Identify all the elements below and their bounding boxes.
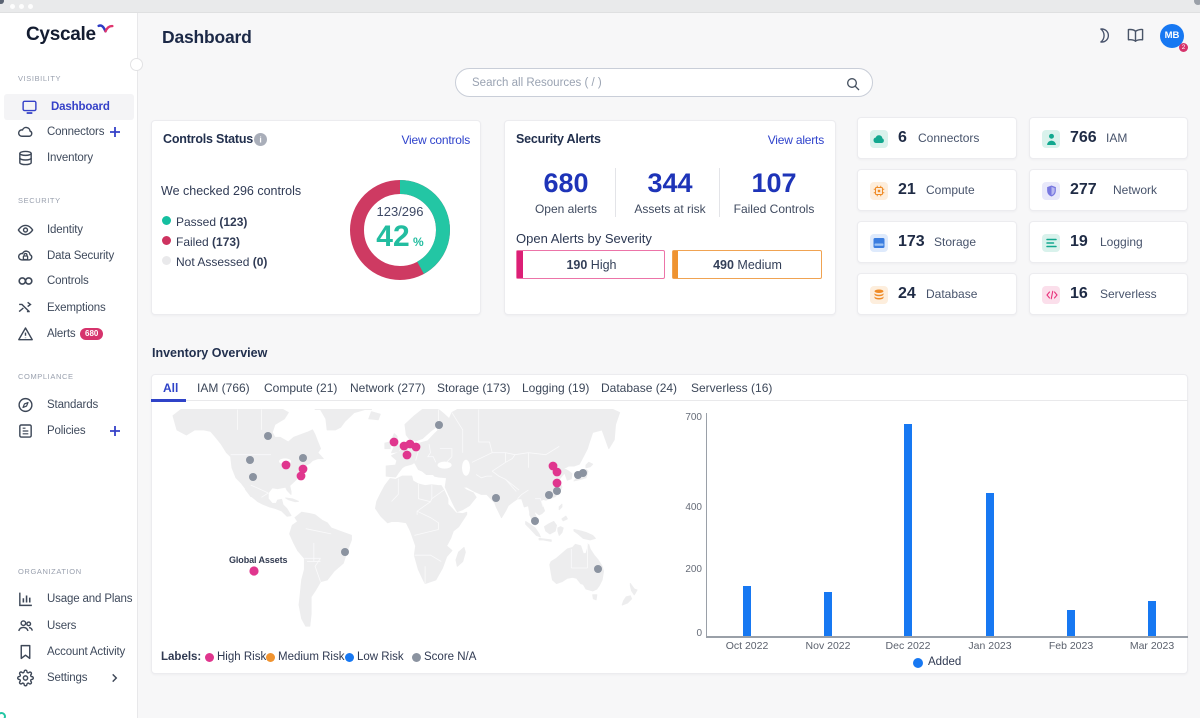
- svg-text:i: i: [259, 135, 261, 145]
